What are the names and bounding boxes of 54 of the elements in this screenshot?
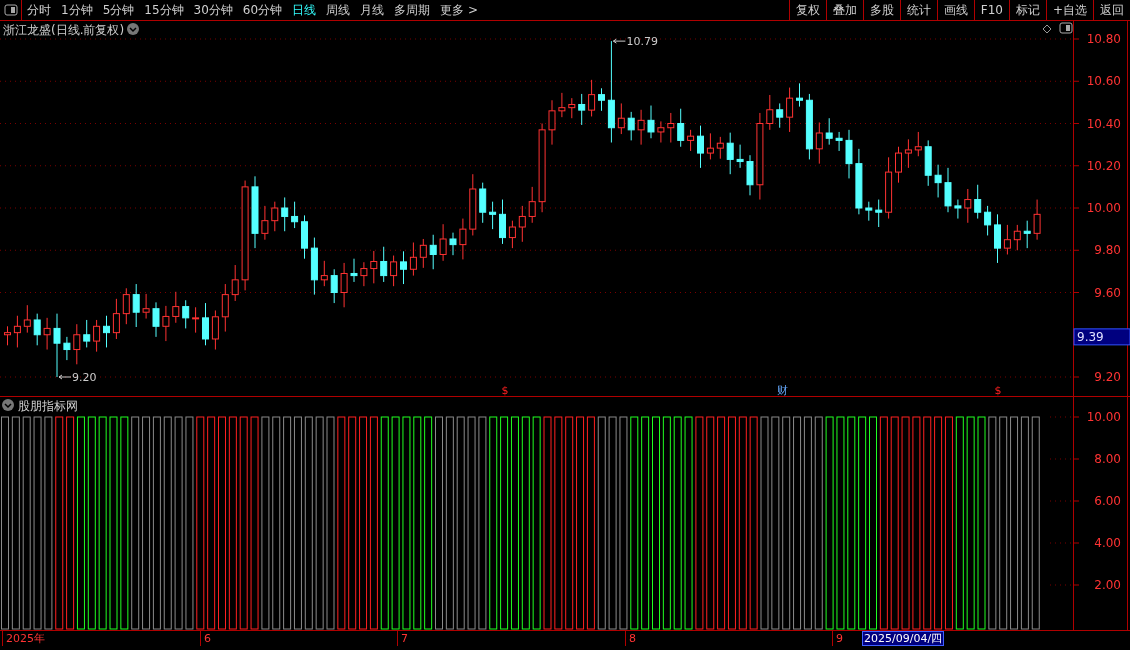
indicator-axis-label: 2.00: [1094, 578, 1121, 592]
period-tab[interactable]: 15分钟: [139, 0, 189, 20]
price-axis-label: 10.20: [1086, 158, 1121, 173]
low-price-label: 9.20: [72, 371, 97, 384]
period-tab[interactable]: 日线: [287, 0, 322, 20]
toolbar-button[interactable]: 画线: [936, 0, 974, 20]
period-tab[interactable]: 周线: [321, 0, 356, 20]
indicator-axis-label: 4.00: [1094, 536, 1121, 550]
date-axis-label: 8: [625, 631, 636, 646]
indicator-title: 股朋指标网: [18, 399, 78, 413]
indicator-axis-label: 10.00: [1086, 410, 1121, 424]
indicator-axis-label: 8.00: [1094, 452, 1121, 466]
date-axis-label: 7: [397, 631, 408, 646]
panel-toggle-icon[interactable]: [3, 4, 18, 16]
leader-line: [58, 374, 72, 380]
price-axis-label: 10.80: [1086, 32, 1121, 46]
dropdown-icon[interactable]: [2, 399, 14, 411]
event-mark[interactable]: $: [994, 384, 1002, 397]
period-tab[interactable]: 分时: [22, 0, 56, 20]
price-axis-label: 9.80: [1094, 243, 1121, 258]
toolbar-button[interactable]: 统计: [899, 0, 937, 20]
period-tab[interactable]: 更多 >: [435, 0, 483, 20]
event-mark[interactable]: 财: [776, 384, 788, 397]
event-mark[interactable]: $: [501, 384, 509, 397]
diamond-icon[interactable]: [1042, 24, 1052, 34]
price-axis-label: 9.60: [1094, 285, 1121, 300]
period-tab[interactable]: 30分钟: [188, 0, 238, 20]
price-axis-label: 10.00: [1086, 201, 1121, 215]
period-tab[interactable]: 月线: [355, 0, 390, 20]
toolbar-button[interactable]: 多股: [862, 0, 900, 20]
current-price-tag: 9.39: [1073, 328, 1130, 346]
period-tab[interactable]: 多周期: [389, 0, 436, 20]
price-axis-label: 10.60: [1086, 74, 1121, 89]
cursor-date-label: 2025/09/04/四: [862, 631, 945, 646]
date-axis-label: 6: [200, 631, 211, 646]
indicator-axis-label: 6.00: [1094, 494, 1121, 508]
toolbar-button[interactable]: 叠加: [825, 0, 863, 20]
panel-toggle-icon[interactable]: [1059, 22, 1073, 34]
toolbar-button[interactable]: 标记: [1008, 0, 1046, 20]
dropdown-icon[interactable]: [127, 23, 139, 35]
period-tab[interactable]: 5分钟: [97, 0, 140, 20]
toolbar-button[interactable]: 复权: [788, 0, 826, 20]
price-axis-label: 9.20: [1094, 370, 1121, 384]
leader-line: [612, 38, 626, 44]
chart-title: 浙江龙盛(日线.前复权): [3, 23, 125, 37]
price-axis-label: 10.40: [1086, 116, 1121, 131]
period-tab[interactable]: 1分钟: [56, 0, 98, 20]
toolbar-button[interactable]: +自选: [1045, 0, 1093, 20]
toolbar-button[interactable]: F10: [973, 0, 1009, 20]
date-axis-label: 9: [832, 631, 843, 646]
date-axis-label: 2025年: [2, 631, 45, 646]
period-tab[interactable]: 60分钟: [237, 0, 288, 20]
high-price-label: 10.79: [626, 35, 658, 49]
toolbar-button[interactable]: 返回: [1093, 0, 1130, 20]
